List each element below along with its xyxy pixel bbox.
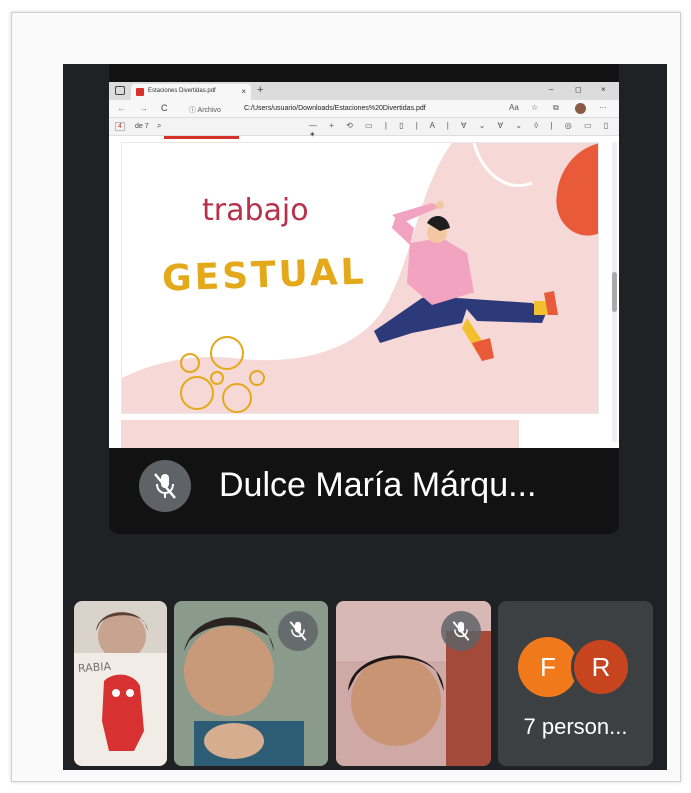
mic-off-icon	[139, 460, 191, 512]
refresh-button[interactable]: C	[161, 103, 168, 113]
address-bar: ← → C ⓘ Archivo C:/Users/usuario/Downloa…	[109, 100, 619, 118]
back-button[interactable]: ←	[117, 103, 126, 113]
browser-tab-bar: Estaciones Divertidas.pdf × + – ◻ ×	[109, 82, 619, 100]
presenter-name-bar: Dulce María Márqu...	[109, 448, 619, 534]
site-info[interactable]: ⓘ Archivo	[189, 105, 221, 115]
new-tab-button[interactable]: +	[257, 84, 263, 96]
minimize-button[interactable]: –	[549, 85, 553, 94]
avatar: F	[518, 637, 578, 697]
screenshot-frame: Estaciones Divertidas.pdf × + – ◻ × ← → …	[11, 12, 681, 782]
close-window-button[interactable]: ×	[601, 85, 606, 94]
sidebar-icon[interactable]	[115, 86, 125, 95]
others-count: 7 person...	[523, 714, 628, 739]
forward-button[interactable]: →	[139, 103, 148, 113]
browser-tab[interactable]: Estaciones Divertidas.pdf ×	[131, 84, 251, 100]
pdf-toolbar: 4 de 7 ⌕ — + ⟲ ▭ | ▯ | A | ∀ ⌄ ∀ ⌄ ◊ | ◎…	[109, 118, 619, 139]
others-tile[interactable]: F R 7 person...	[498, 601, 653, 766]
page-number-input[interactable]: 4	[115, 122, 125, 131]
tab-title: Estaciones Divertidas.pdf	[148, 88, 216, 94]
page-total: de 7	[135, 123, 149, 130]
search-icon[interactable]: ⌕	[157, 121, 161, 131]
slide-title-gestual: GESTUAL	[161, 251, 368, 300]
slide-title-trabajo: trabajo	[202, 193, 309, 228]
participant-tile[interactable]	[336, 601, 491, 766]
loading-bar	[164, 136, 239, 139]
participant-tile[interactable]: RABIA	[74, 601, 167, 766]
mic-off-icon	[441, 611, 481, 651]
presenter-name: Dulce María Márqu...	[219, 466, 537, 504]
collections-icon[interactable]: ⧉	[553, 103, 559, 113]
url-text[interactable]: C:/Users/usuario/Downloads/Estaciones%20…	[244, 105, 426, 112]
presenter-tile[interactable]: Estaciones Divertidas.pdf × + – ◻ × ← → …	[109, 64, 619, 534]
shared-screen: Estaciones Divertidas.pdf × + – ◻ × ← → …	[109, 82, 619, 448]
participant-tile[interactable]	[174, 601, 328, 766]
meeting-window: Estaciones Divertidas.pdf × + – ◻ × ← → …	[63, 64, 667, 770]
avatar: R	[571, 637, 631, 697]
maximize-button[interactable]: ◻	[575, 85, 582, 94]
sign-text: RABIA	[77, 659, 112, 676]
pdf-icon	[136, 88, 144, 96]
next-slide-page	[121, 420, 599, 448]
more-icon[interactable]: ···	[599, 103, 607, 112]
participant-video	[74, 612, 167, 766]
scrollbar-thumb[interactable]	[612, 272, 617, 312]
mic-off-icon	[278, 611, 318, 651]
favorite-icon[interactable]: ☆	[531, 103, 538, 112]
read-aloud-icon[interactable]: Aa	[509, 103, 519, 112]
tab-close-icon[interactable]: ×	[241, 87, 246, 96]
slide-page: trabajo GESTUAL	[121, 142, 599, 414]
pdf-tools[interactable]: — + ⟲ ▭ | ▯ | A | ∀ ⌄ ∀ ⌄ ◊ | ◎ ▭ ▯ ✦	[309, 121, 619, 139]
profile-avatar[interactable]	[575, 103, 586, 114]
